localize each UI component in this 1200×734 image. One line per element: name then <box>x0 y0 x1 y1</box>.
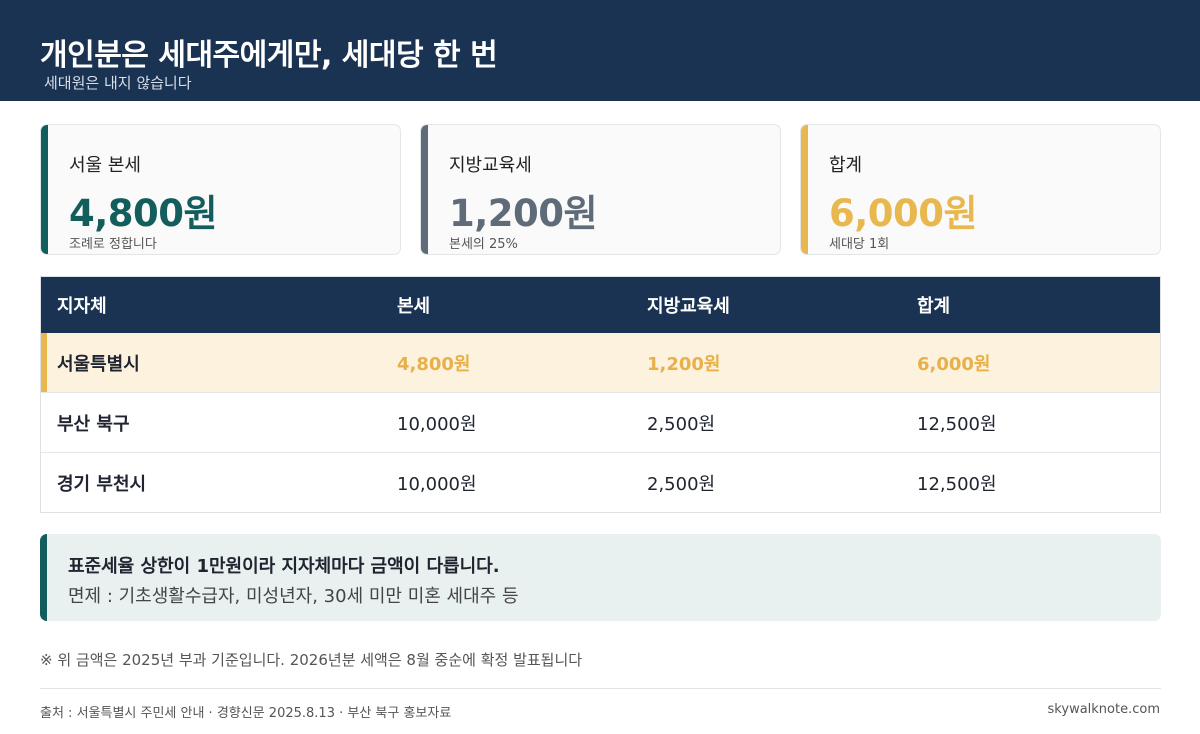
table-cell: 12,500원 <box>917 413 997 435</box>
table-cell: 10,000원 <box>397 413 477 435</box>
notice-main-text: 표준세율 상한이 1만원이라 지자체마다 금액이 다릅니다. <box>68 556 500 577</box>
notice-sub-text: 면제 : 기초생활수급자, 미성년자, 30세 미만 미혼 세대주 등 <box>68 586 519 607</box>
row-accent-bar <box>41 333 47 392</box>
card-education-tax: 지방교육세 1,200원 본세의 25% <box>420 124 781 255</box>
card-total: 합계 6,000원 세대당 1회 <box>800 124 1161 255</box>
table-cell: 2,500원 <box>647 474 716 495</box>
header: 개인분은 세대주에게만, 세대당 한 번 세대원은 내지 않습니다 <box>0 0 1200 101</box>
card-label: 서울 본세 <box>69 155 141 176</box>
table-header-row: 지자체 본세 지방교육세 합계 <box>41 277 1160 333</box>
column-header: 합계 <box>917 296 951 317</box>
column-header: 지자체 <box>57 296 107 317</box>
page-title: 개인분은 세대주에게만, 세대당 한 번 <box>40 38 498 73</box>
card-note: 세대당 1회 <box>829 237 890 252</box>
table-cell: 1,200원 <box>647 353 721 375</box>
table-row-highlighted: 서울특별시 4,800원 1,200원 6,000원 <box>41 333 1160 393</box>
footnote: ※ 위 금액은 2025년 부과 기준입니다. 2026년분 세액은 8월 중순… <box>40 651 583 669</box>
card-label: 합계 <box>829 155 863 176</box>
table-cell-region: 부산 북구 <box>57 413 130 435</box>
site-link[interactable]: skywalknote.com <box>1048 702 1160 717</box>
table-cell: 4,800원 <box>397 353 471 375</box>
card-seoul-base-tax: 서울 본세 4,800원 조례로 정합니다 <box>40 124 401 255</box>
table-cell: 6,000원 <box>917 353 991 375</box>
table-cell-region: 경기 부천시 <box>57 474 147 495</box>
notice-accent-bar <box>40 534 47 621</box>
table-cell: 2,500원 <box>647 413 716 435</box>
card-value: 1,200원 <box>449 192 598 235</box>
column-header: 지방교육세 <box>647 296 730 317</box>
page-subtitle: 세대원은 내지 않습니다 <box>44 74 192 92</box>
card-value: 4,800원 <box>69 192 218 235</box>
card-note: 조례로 정합니다 <box>69 237 157 252</box>
table-cell: 12,500원 <box>917 474 997 495</box>
table-cell: 10,000원 <box>397 474 477 495</box>
card-accent-bar <box>41 125 48 254</box>
card-accent-bar <box>801 125 808 254</box>
tax-comparison-table: 지자체 본세 지방교육세 합계 서울특별시 4,800원 1,200원 6,00… <box>40 276 1161 513</box>
column-header: 본세 <box>397 296 431 317</box>
table-row: 경기 부천시 10,000원 2,500원 12,500원 <box>41 453 1160 513</box>
card-note: 본세의 25% <box>449 237 518 252</box>
notice-box: 표준세율 상한이 1만원이라 지자체마다 금액이 다릅니다. 면제 : 기초생활… <box>40 534 1161 621</box>
table-cell-region: 서울특별시 <box>57 353 140 375</box>
footer-divider <box>40 688 1161 689</box>
card-label: 지방교육세 <box>449 155 532 176</box>
source-credit: 출처 : 서울특별시 주민세 안내 · 경향신문 2025.8.13 · 부산 … <box>40 706 452 721</box>
card-accent-bar <box>421 125 428 254</box>
card-value: 6,000원 <box>829 192 978 235</box>
table-row: 부산 북구 10,000원 2,500원 12,500원 <box>41 393 1160 453</box>
